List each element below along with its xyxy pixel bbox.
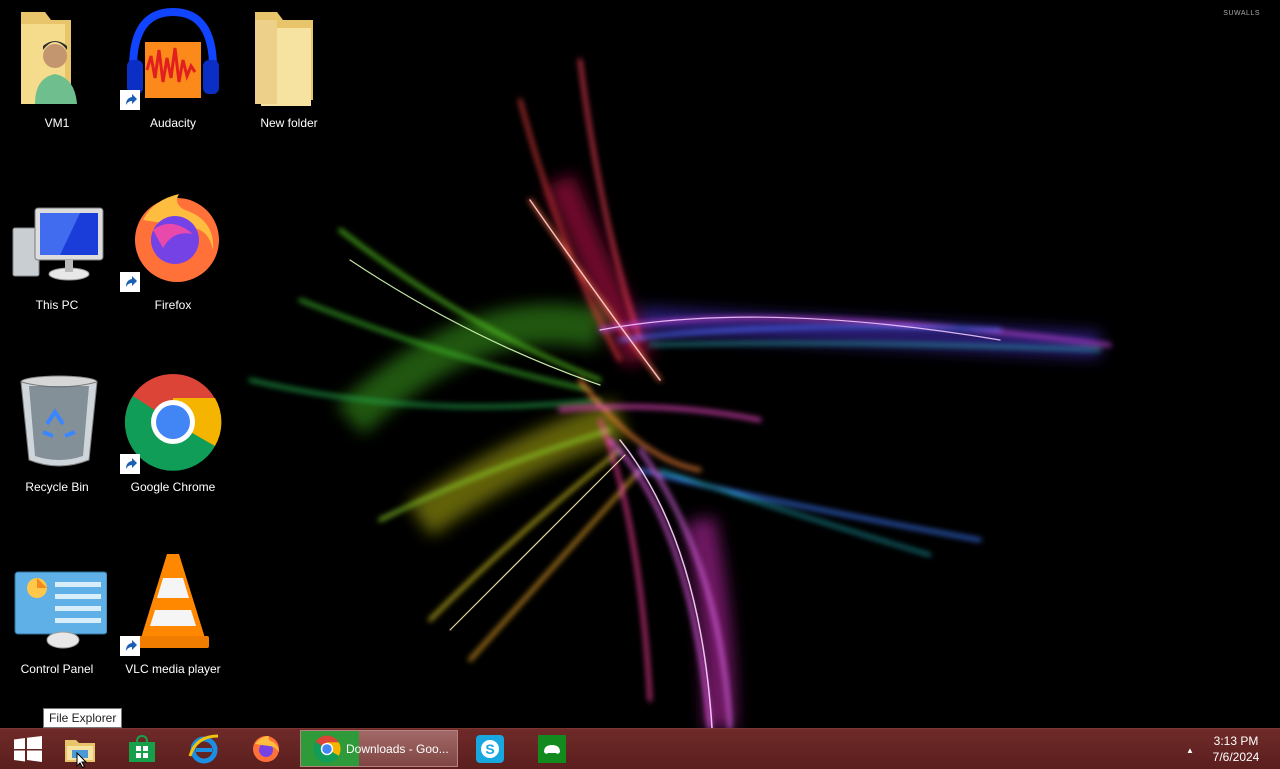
this-pc-icon [12,207,104,281]
desktop-icon-firefox[interactable]: Firefox [118,190,228,340]
clock-date: 7/6/2024 [1212,750,1260,764]
desktop-icon-vlc-media-player[interactable]: VLC media player [118,554,228,704]
folder-user-icon [21,12,77,104]
folder-icon [255,12,313,106]
desktop-icon-label: Control Panel [20,662,94,676]
taskbar-clock[interactable]: 3:13 PM 7/6/2024 [1196,733,1276,765]
active-window-title: Downloads - Goo... [346,742,449,756]
desktop-icon-label: VM1 [44,116,70,130]
store-icon [129,734,155,762]
desktop-icon-label: Recycle Bin [25,480,89,494]
desktop-icon-label: This PC [35,298,79,312]
mouse-cursor-icon [76,752,88,768]
desktop-icon-audacity[interactable]: Audacity [118,8,228,158]
svg-text:S: S [485,741,494,757]
taskbar-store[interactable] [114,730,170,768]
desktop-icon-label: Audacity [149,116,197,130]
tooltip: File Explorer [43,708,123,728]
taskbar-xbox[interactable] [524,730,580,768]
desktop-icon-vm1[interactable]: VM1 [2,8,112,158]
taskbar-internet-explorer[interactable] [176,730,232,768]
desktop-icon-recycle-bin[interactable]: Recycle Bin [2,372,112,522]
desktop-icon-control-panel[interactable]: Control Panel [2,554,112,704]
shortcut-arrow-icon [120,636,140,656]
skype-icon: S [476,735,504,763]
firefox-icon [253,736,279,762]
clock-time: 3:13 PM [1213,734,1259,748]
recycle-bin-icon [20,375,98,467]
internet-explorer-icon [188,734,219,764]
xbox-icon [538,735,566,763]
shortcut-arrow-icon [120,454,140,474]
wallpaper-watermark: SUWALLS [1223,10,1260,17]
windows-logo-icon [14,736,42,762]
chrome-icon [313,735,341,763]
desktop-icon-label: Firefox [154,298,192,312]
desktop-icon-this-pc[interactable]: This PC [2,190,112,340]
taskbar: Downloads - Goo... S [0,728,1280,769]
desktop-icon-label: New folder [260,116,318,130]
tray-overflow-icon[interactable]: ▲ [1186,746,1194,755]
start-button[interactable] [0,730,56,768]
shortcut-arrow-icon [120,90,140,110]
control-panel-icon [14,571,107,649]
desktop-icon-google-chrome[interactable]: Google Chrome [118,372,228,522]
desktop[interactable]: SUWALLS VM1 Audacity New folder This PC … [0,0,1280,728]
taskbar-chrome-downloads-window[interactable]: Downloads - Goo... [300,730,458,767]
desktop-icon-label: VLC media player [125,662,221,676]
taskbar-skype[interactable]: S [462,730,518,768]
desktop-icon-new-folder[interactable]: New folder [234,8,344,158]
desktop-icon-label: Google Chrome [130,480,216,494]
taskbar-firefox[interactable] [238,730,294,768]
shortcut-arrow-icon [120,272,140,292]
